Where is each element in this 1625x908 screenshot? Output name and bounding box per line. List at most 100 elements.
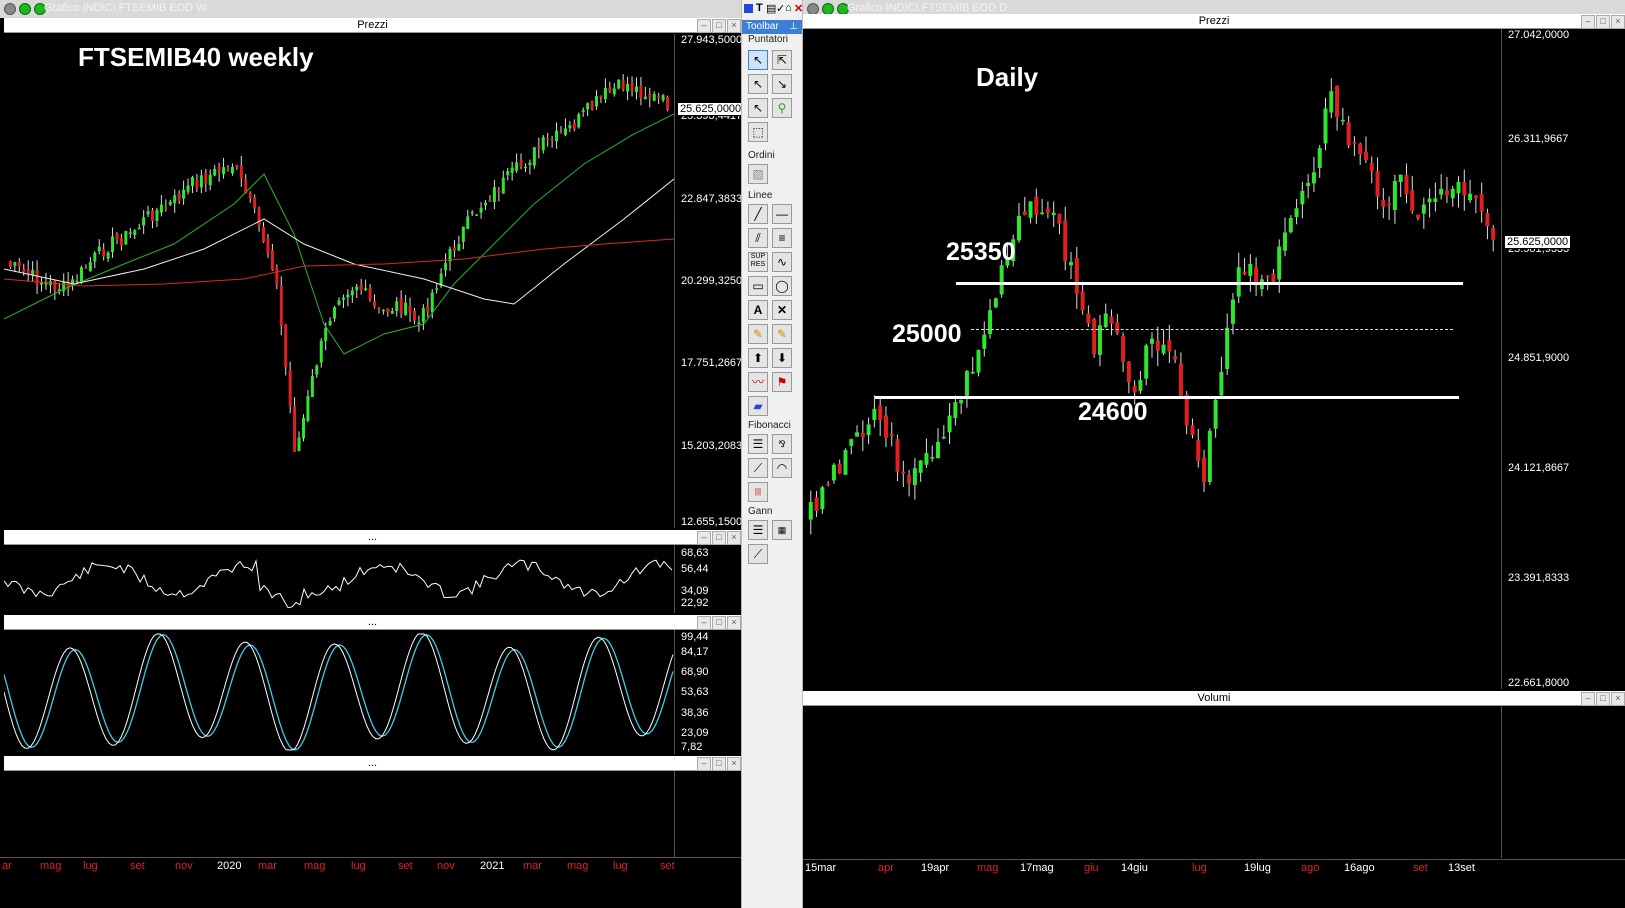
pane-minimize-icon[interactable]: – bbox=[697, 616, 711, 630]
daily-chart-window: Grafico INDICI.FTSEMIB EOD D Prezzi – □ × … bbox=[803, 0, 1625, 908]
pane-close-icon[interactable]: × bbox=[1611, 15, 1625, 29]
candle-body bbox=[1225, 327, 1230, 370]
order-tool-icon[interactable]: ▧ bbox=[748, 164, 768, 184]
candle-body bbox=[1265, 275, 1270, 278]
arrow-up-tool-icon[interactable]: ⬆ bbox=[748, 348, 768, 368]
candle-body bbox=[1398, 174, 1403, 183]
pane-maximize-icon[interactable]: □ bbox=[1596, 692, 1610, 706]
stochastic-lines-svg bbox=[3, 633, 674, 751]
fibo-extension-tool-icon[interactable]: ⅋ bbox=[772, 434, 792, 454]
candle-body bbox=[1034, 196, 1039, 215]
candle-body bbox=[1404, 174, 1409, 195]
daily-chart-annotation: Daily bbox=[976, 62, 1039, 92]
pane-minimize-icon[interactable]: – bbox=[1581, 692, 1595, 706]
rsi-plot[interactable] bbox=[3, 545, 675, 613]
level-line-25000[interactable] bbox=[971, 329, 1453, 330]
level-line-24600[interactable] bbox=[875, 396, 1459, 399]
stochastic-plot[interactable] bbox=[3, 630, 675, 754]
candle-body bbox=[1271, 273, 1276, 282]
pane-minimize-icon[interactable]: – bbox=[697, 19, 711, 33]
pane-buttons: – □ × bbox=[696, 756, 741, 771]
gann-grid-tool-icon[interactable]: ☰ bbox=[748, 520, 768, 540]
candle-body bbox=[1410, 190, 1415, 212]
window-close-dot-icon[interactable] bbox=[4, 3, 16, 15]
candle-body bbox=[1028, 201, 1033, 218]
zoom-tool-icon[interactable]: ⚲ bbox=[772, 98, 792, 118]
arrow-icon[interactable]: ⌂ bbox=[785, 2, 792, 14]
candle-body bbox=[1491, 228, 1496, 240]
pencil-tool-icon[interactable]: ✎ bbox=[748, 324, 768, 344]
text-tool-icon[interactable]: A bbox=[748, 300, 768, 320]
pointer-select-tool-icon[interactable]: ↖ bbox=[748, 74, 768, 94]
pane-minimize-icon[interactable]: – bbox=[697, 531, 711, 545]
pointer-move-tool-icon[interactable]: ↖ bbox=[748, 98, 768, 118]
candle-body bbox=[918, 460, 923, 473]
level-line-25350[interactable] bbox=[956, 282, 1463, 285]
window-min-dot-icon[interactable] bbox=[19, 3, 31, 15]
pane-maximize-icon[interactable]: □ bbox=[712, 531, 726, 545]
candle-body bbox=[426, 305, 430, 312]
arrow-down-tool-icon[interactable]: ⬇ bbox=[772, 348, 792, 368]
gann-box-tool-icon[interactable]: ▦ bbox=[772, 520, 792, 540]
stochastic-axis: 99,44 84,17 68,90 53,63 38,36 23,09 7,82 bbox=[675, 630, 741, 754]
gann-fan-tool-icon[interactable]: ⟋ bbox=[748, 544, 768, 564]
signal-tool-icon[interactable]: ▰ bbox=[748, 396, 768, 416]
wave-tool-icon[interactable]: 〰 bbox=[748, 372, 768, 392]
candle-body bbox=[621, 80, 625, 90]
pane-close-icon[interactable]: × bbox=[1611, 692, 1625, 706]
fibo-time-tool-icon[interactable]: ||| bbox=[748, 482, 768, 502]
pane-maximize-icon[interactable]: □ bbox=[1596, 15, 1610, 29]
pane-maximize-icon[interactable]: □ bbox=[712, 616, 726, 630]
pane-maximize-icon[interactable]: □ bbox=[712, 757, 726, 771]
pane-close-icon[interactable]: × bbox=[727, 616, 741, 630]
toolbar-header[interactable]: Toolbar ⊥ bbox=[742, 20, 802, 34]
pointer-multi-tool-icon[interactable]: ↘ bbox=[772, 74, 792, 94]
pane-maximize-icon[interactable]: □ bbox=[712, 19, 726, 33]
horizontal-line-tool-icon[interactable]: — bbox=[772, 204, 792, 224]
fibo-arc-tool-icon[interactable]: ◠ bbox=[772, 458, 792, 478]
rectangle-tool-icon[interactable]: ▭ bbox=[748, 276, 768, 296]
weekly-price-plot[interactable]: FTSEMIB40 weekly bbox=[3, 34, 675, 528]
empty-plot[interactable] bbox=[4, 771, 675, 857]
chart-icon[interactable]: ▤ bbox=[766, 2, 776, 15]
candle-body bbox=[88, 262, 92, 272]
check-icon[interactable]: ✓ bbox=[776, 2, 785, 15]
pencil-alt-tool-icon[interactable]: ✎ bbox=[772, 324, 792, 344]
candle-body bbox=[301, 417, 305, 439]
fibo-retracement-tool-icon[interactable]: ☰ bbox=[748, 434, 768, 454]
pin-icon[interactable]: ⊥ bbox=[789, 20, 798, 34]
fibo-fan-tool-icon[interactable]: ⟋ bbox=[748, 458, 768, 478]
candle-body bbox=[1317, 148, 1322, 168]
candle-body bbox=[1421, 204, 1426, 214]
square-icon[interactable] bbox=[744, 4, 753, 13]
time-label: lug bbox=[1192, 862, 1207, 874]
freehand-tool-icon[interactable]: ∿ bbox=[772, 252, 792, 272]
candle-body bbox=[408, 305, 412, 313]
pane-close-icon[interactable]: × bbox=[727, 531, 741, 545]
candle-body bbox=[541, 137, 545, 151]
close-icon[interactable]: ✕ bbox=[794, 2, 803, 15]
pane-minimize-icon[interactable]: – bbox=[1581, 15, 1595, 29]
candle-body bbox=[1473, 195, 1478, 199]
pointer-tool-icon[interactable]: ↖ bbox=[748, 50, 768, 70]
channel-tool-icon[interactable]: ≡ bbox=[772, 228, 792, 248]
support-resistance-tool-icon[interactable]: SUP RES bbox=[748, 252, 768, 272]
window-controls[interactable] bbox=[4, 3, 49, 18]
pane-minimize-icon[interactable]: – bbox=[697, 757, 711, 771]
pane-close-icon[interactable]: × bbox=[727, 757, 741, 771]
marquee-tool-icon[interactable]: ⬚ bbox=[748, 122, 768, 142]
volume-plot[interactable] bbox=[803, 706, 1502, 858]
weekly-window-titlebar[interactable]: Grafico INDICI.FTSEMIB EOD W bbox=[0, 0, 741, 18]
flag-tool-icon[interactable]: ⚑ bbox=[772, 372, 792, 392]
candle-body bbox=[319, 340, 323, 363]
cross-lines-tool-icon[interactable]: ✕ bbox=[772, 300, 792, 320]
pointer-cross-tool-icon[interactable]: ⇱ bbox=[772, 50, 792, 70]
candle-body bbox=[1306, 183, 1311, 186]
candle-body bbox=[217, 166, 221, 173]
ellipse-tool-icon[interactable]: ◯ bbox=[772, 276, 792, 296]
pane-close-icon[interactable]: × bbox=[727, 19, 741, 33]
trendline-tool-icon[interactable]: ╱ bbox=[748, 204, 768, 224]
text-icon[interactable]: T bbox=[756, 2, 763, 14]
parallel-lines-tool-icon[interactable]: ⫽ bbox=[748, 228, 768, 248]
daily-price-plot[interactable]: Daily 25350 25000 24600 bbox=[803, 29, 1502, 689]
